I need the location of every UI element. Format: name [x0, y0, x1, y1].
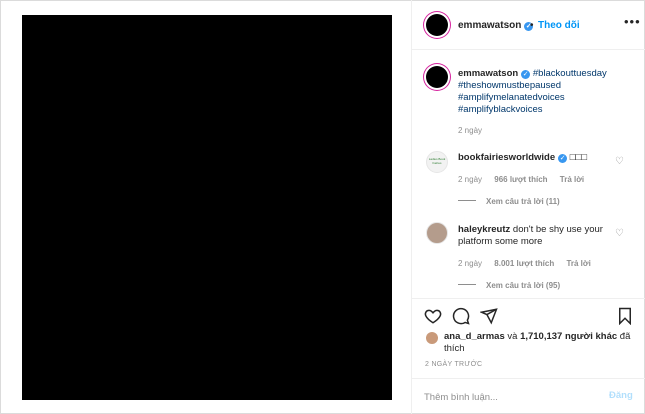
hashtag-link[interactable]: #amplifyblackvoices	[458, 104, 542, 115]
caption-avatar[interactable]	[426, 66, 448, 88]
liker-username[interactable]: ana_d_armas	[444, 331, 505, 342]
share-icon[interactable]	[480, 307, 498, 325]
view-replies-button[interactable]: Xem câu trả lời (95)	[458, 281, 560, 290]
comment-meta: 2 ngày 8.001 lượt thích Trả lời	[458, 259, 601, 268]
bookmark-icon[interactable]	[616, 307, 634, 325]
more-options-icon[interactable]: •••	[624, 14, 641, 29]
likes-summary: ana_d_armas và 1,710,137 người khác đã t…	[412, 330, 645, 356]
comment-username[interactable]: haleykreutz	[458, 224, 510, 235]
view-replies-button[interactable]: Xem câu trả lời (11)	[458, 197, 560, 206]
header-username-wrap: emmawatson ✓	[458, 20, 534, 31]
comment-meta: 2 ngày 966 lượt thích Trả lời	[458, 175, 594, 184]
likes-and: và	[507, 331, 518, 342]
caption-time[interactable]: 2 ngày	[458, 126, 482, 135]
action-bar	[412, 298, 645, 328]
comment-avatar[interactable]	[426, 222, 448, 244]
comment-like-heart-icon[interactable]: ♡	[615, 228, 624, 239]
view-replies-label: Xem câu trả lời (95)	[486, 281, 561, 290]
reply-button[interactable]: Trả lời	[566, 259, 590, 268]
comment-username[interactable]: bookfairiesworldwide	[458, 152, 555, 163]
comment-text: bookfairiesworldwide ✓ □□□	[458, 152, 618, 164]
likes-text: ana_d_armas và 1,710,137 người khác đã t…	[444, 331, 634, 355]
post-comment-button[interactable]: Đăng	[609, 390, 633, 401]
comment-likes[interactable]: 966 lượt thích	[494, 175, 547, 184]
caption-username[interactable]: emmawatson	[458, 68, 518, 79]
comment-time[interactable]: 2 ngày	[458, 175, 482, 184]
separator-dot: •	[530, 20, 534, 31]
comment-input[interactable]	[424, 389, 594, 405]
caption: emmawatson ✓ #blackouttuesday #theshowmus…	[458, 68, 638, 116]
hashtag-link[interactable]: #blackouttuesday	[533, 68, 607, 79]
comment-likes[interactable]: 8.001 lượt thích	[494, 259, 554, 268]
comment-icon[interactable]	[452, 307, 470, 325]
reply-button[interactable]: Trả lời	[560, 175, 584, 184]
post-header: emmawatson ✓ • Theo dõi •••	[412, 0, 645, 50]
likes-count[interactable]: 1,710,137 người khác	[520, 331, 617, 342]
add-comment-bar: Đăng	[412, 378, 645, 414]
comment-avatar[interactable]: Ladies Book Fairies	[426, 151, 448, 173]
post-date[interactable]: 2 NGÀY TRƯỚC	[425, 361, 482, 368]
header-username[interactable]: emmawatson	[458, 20, 521, 31]
heart-icon[interactable]	[424, 307, 442, 325]
hashtag-link[interactable]: #amplifymelanatedvoices	[458, 92, 565, 103]
view-replies-label: Xem câu trả lời (11)	[486, 197, 560, 206]
verified-badge-icon: ✓	[521, 70, 531, 79]
comment-body: □□□	[569, 152, 587, 163]
hashtag-link[interactable]: #theshowmustbepaused	[458, 80, 561, 91]
liker-avatar[interactable]	[426, 332, 438, 344]
comment-text: haleykreutz don't be shy use your platfo…	[458, 224, 618, 248]
replies-line	[458, 284, 476, 285]
comment-like-heart-icon[interactable]: ♡	[615, 156, 624, 167]
follow-button[interactable]: Theo dõi	[538, 20, 580, 31]
post-image[interactable]	[22, 15, 392, 400]
comment-time[interactable]: 2 ngày	[458, 259, 482, 268]
verified-badge-icon: ✓	[558, 154, 568, 163]
avatar[interactable]	[426, 14, 448, 36]
comments-panel: emmawatson ✓ #blackouttuesday #theshowmus…	[412, 50, 645, 298]
replies-line	[458, 200, 476, 201]
